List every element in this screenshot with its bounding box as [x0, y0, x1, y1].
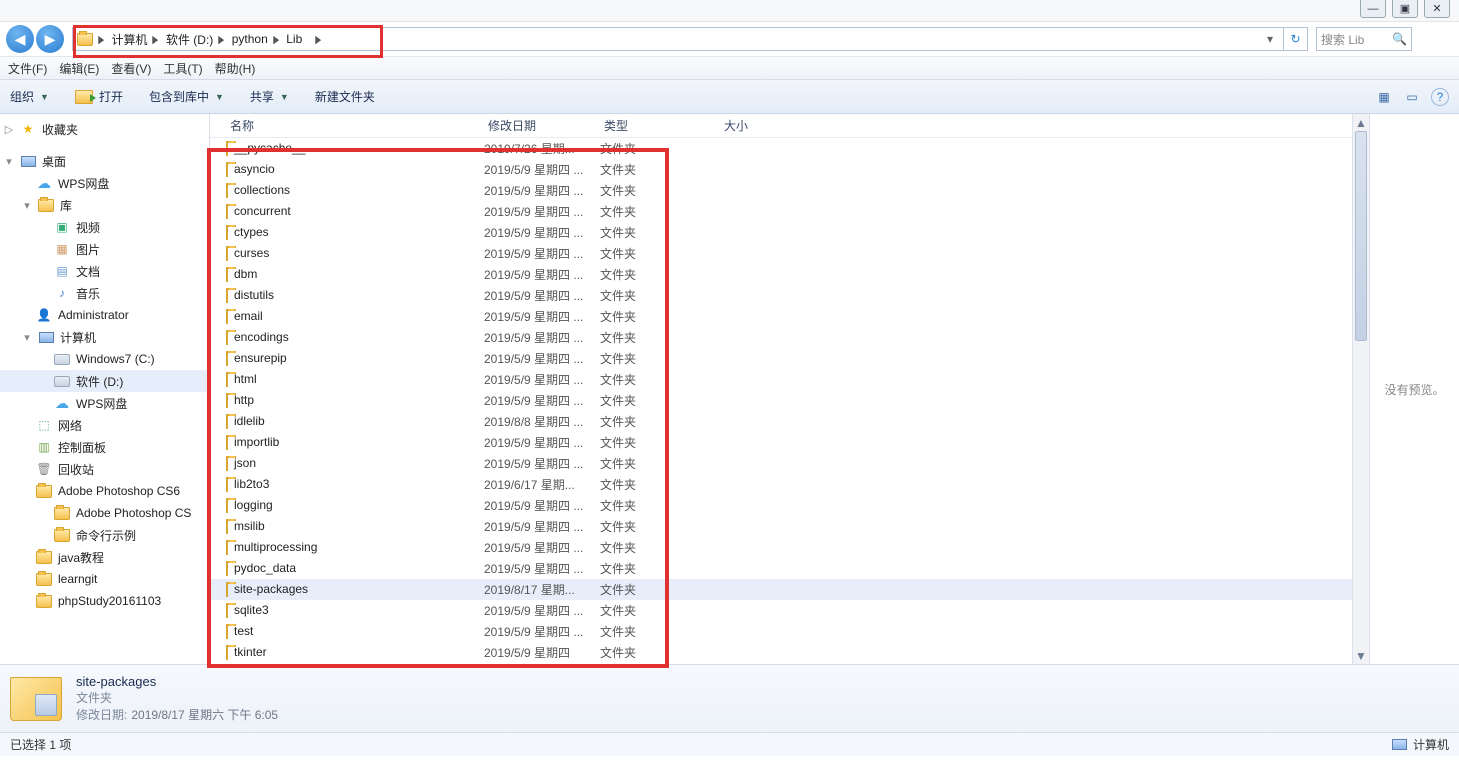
- table-row[interactable]: sqlite32019/5/9 星期四 ...文件夹: [210, 600, 1352, 621]
- table-row[interactable]: email2019/5/9 星期四 ...文件夹: [210, 306, 1352, 327]
- share-button[interactable]: 共享▼: [250, 88, 289, 105]
- tree-item[interactable]: 软件 (D:): [0, 370, 209, 392]
- table-row[interactable]: msilib2019/5/9 星期四 ...文件夹: [210, 516, 1352, 537]
- tree-item[interactable]: ▾库: [0, 194, 209, 216]
- search-input[interactable]: 搜索 Lib 🔍: [1316, 27, 1412, 51]
- tree-item[interactable]: ▾桌面: [0, 150, 209, 172]
- table-row[interactable]: dbm2019/5/9 星期四 ...文件夹: [210, 264, 1352, 285]
- table-row[interactable]: test2019/5/9 星期四 ...文件夹: [210, 621, 1352, 642]
- file-list: 名称 修改日期 类型 大小 __pycache__2019/7/26 星期...…: [210, 114, 1369, 664]
- tree-item[interactable]: ▷★收藏夹: [0, 118, 209, 140]
- table-row[interactable]: site-packages2019/8/17 星期...文件夹: [210, 579, 1352, 600]
- menu-help[interactable]: 帮助(H): [215, 60, 256, 77]
- minimize-button[interactable]: —: [1360, 0, 1386, 18]
- forward-button[interactable]: ▶: [36, 25, 64, 53]
- table-row[interactable]: distutils2019/5/9 星期四 ...文件夹: [210, 285, 1352, 306]
- table-row[interactable]: lib2to32019/6/17 星期...文件夹: [210, 474, 1352, 495]
- preview-pane: 没有预览。: [1369, 114, 1459, 664]
- folder-icon: [77, 33, 93, 46]
- tree-item[interactable]: 👤Administrator: [0, 304, 209, 326]
- folder-icon: [10, 677, 62, 721]
- organize-button[interactable]: 组织▼: [10, 88, 49, 105]
- tree-item[interactable]: ♪音乐: [0, 282, 209, 304]
- open-button[interactable]: 打开: [75, 88, 123, 105]
- details-pane: site-packages 文件夹 修改日期: 2019/8/17 星期六 下午 …: [0, 664, 1459, 732]
- menu-view[interactable]: 查看(V): [111, 60, 151, 77]
- tree-item[interactable]: ☁WPS网盘: [0, 392, 209, 414]
- tree-item[interactable]: phpStudy20161103: [0, 590, 209, 612]
- col-date[interactable]: 修改日期: [484, 117, 600, 134]
- address-dropdown-icon[interactable]: ▾: [1261, 32, 1279, 46]
- computer-icon: [1392, 739, 1407, 750]
- tree-item[interactable]: learngit: [0, 568, 209, 590]
- breadcrumb-seg[interactable]: Lib: [286, 32, 302, 46]
- menu-file[interactable]: 文件(F): [8, 60, 47, 77]
- breadcrumb-seg[interactable]: python: [232, 32, 268, 46]
- menu-edit[interactable]: 编辑(E): [59, 60, 99, 77]
- tree-item[interactable]: Windows7 (C:): [0, 348, 209, 370]
- tree-item[interactable]: ▾计算机: [0, 326, 209, 348]
- table-row[interactable]: pydoc_data2019/5/9 星期四 ...文件夹: [210, 558, 1352, 579]
- status-computer[interactable]: 计算机: [1413, 736, 1449, 753]
- table-row[interactable]: ctypes2019/5/9 星期四 ...文件夹: [210, 222, 1352, 243]
- navigation-tree: ▷★收藏夹▾桌面☁WPS网盘▾库▣视频▦图片▤文档♪音乐👤Administrat…: [0, 114, 210, 664]
- table-row[interactable]: html2019/5/9 星期四 ...文件夹: [210, 369, 1352, 390]
- table-row[interactable]: curses2019/5/9 星期四 ...文件夹: [210, 243, 1352, 264]
- tree-item[interactable]: 命令行示例: [0, 524, 209, 546]
- details-name: site-packages: [76, 674, 278, 689]
- details-date-value: 2019/8/17 星期六 下午 6:05: [131, 708, 278, 722]
- menu-tools[interactable]: 工具(T): [163, 60, 202, 77]
- back-button[interactable]: ◀: [6, 25, 34, 53]
- search-placeholder: 搜索 Lib: [1321, 31, 1364, 48]
- table-row[interactable]: tkinter2019/5/9 星期四文件夹: [210, 642, 1352, 663]
- breadcrumb-seg[interactable]: 软件 (D:): [166, 31, 213, 48]
- status-selection: 已选择 1 项: [10, 736, 71, 753]
- tree-item[interactable]: ▣视频: [0, 216, 209, 238]
- tree-item[interactable]: ▦图片: [0, 238, 209, 260]
- maximize-button[interactable]: ▣: [1392, 0, 1418, 18]
- scroll-down-icon[interactable]: ▼: [1353, 647, 1369, 664]
- tree-item[interactable]: ☁WPS网盘: [0, 172, 209, 194]
- table-row[interactable]: concurrent2019/5/9 星期四 ...文件夹: [210, 201, 1352, 222]
- menu-bar: 文件(F) 编辑(E) 查看(V) 工具(T) 帮助(H): [0, 56, 1459, 80]
- tree-item[interactable]: 🗑回收站: [0, 458, 209, 480]
- col-type[interactable]: 类型: [600, 117, 720, 134]
- table-row[interactable]: ensurepip2019/5/9 星期四 ...文件夹: [210, 348, 1352, 369]
- address-bar[interactable]: ▶计算机 ▶软件 (D:) ▶python ▶Lib▶ ▾: [72, 27, 1284, 51]
- table-row[interactable]: multiprocessing2019/5/9 星期四 ...文件夹: [210, 537, 1352, 558]
- tree-item[interactable]: Adobe Photoshop CS: [0, 502, 209, 524]
- include-button[interactable]: 包含到库中▼: [149, 88, 224, 105]
- close-button[interactable]: ✕: [1424, 0, 1450, 18]
- table-row[interactable]: logging2019/5/9 星期四 ...文件夹: [210, 495, 1352, 516]
- table-row[interactable]: json2019/5/9 星期四 ...文件夹: [210, 453, 1352, 474]
- refresh-button[interactable]: ↻: [1284, 27, 1308, 51]
- tree-item[interactable]: Adobe Photoshop CS6: [0, 480, 209, 502]
- newfolder-button[interactable]: 新建文件夹: [315, 88, 375, 105]
- tree-item[interactable]: ⬚网络: [0, 414, 209, 436]
- table-row[interactable]: collections2019/5/9 星期四 ...文件夹: [210, 180, 1352, 201]
- table-row[interactable]: idlelib2019/8/8 星期四 ...文件夹: [210, 411, 1352, 432]
- table-row[interactable]: http2019/5/9 星期四 ...文件夹: [210, 390, 1352, 411]
- view-options-icon[interactable]: ▦: [1375, 88, 1393, 106]
- scroll-thumb[interactable]: [1355, 131, 1367, 341]
- table-row[interactable]: __pycache__2019/7/26 星期...文件夹: [210, 138, 1352, 159]
- tree-item[interactable]: ▤文档: [0, 260, 209, 282]
- table-row[interactable]: encodings2019/5/9 星期四 ...文件夹: [210, 327, 1352, 348]
- details-date-label: 修改日期:: [76, 708, 127, 722]
- tree-item[interactable]: ▥控制面板: [0, 436, 209, 458]
- open-icon: [75, 90, 93, 104]
- col-size[interactable]: 大小: [720, 117, 800, 134]
- table-row[interactable]: importlib2019/5/9 星期四 ...文件夹: [210, 432, 1352, 453]
- details-type: 文件夹: [76, 689, 278, 706]
- col-name[interactable]: 名称: [226, 117, 484, 134]
- breadcrumb-seg[interactable]: 计算机: [111, 31, 147, 48]
- status-bar: 已选择 1 项 计算机: [0, 732, 1459, 756]
- help-icon[interactable]: ?: [1431, 88, 1449, 106]
- tree-item[interactable]: java教程: [0, 546, 209, 568]
- preview-pane-icon[interactable]: ▭: [1403, 88, 1421, 106]
- vertical-scrollbar[interactable]: ▲ ▼: [1352, 114, 1369, 664]
- scroll-up-icon[interactable]: ▲: [1353, 114, 1369, 131]
- search-icon: 🔍: [1392, 32, 1407, 46]
- table-row[interactable]: asyncio2019/5/9 星期四 ...文件夹: [210, 159, 1352, 180]
